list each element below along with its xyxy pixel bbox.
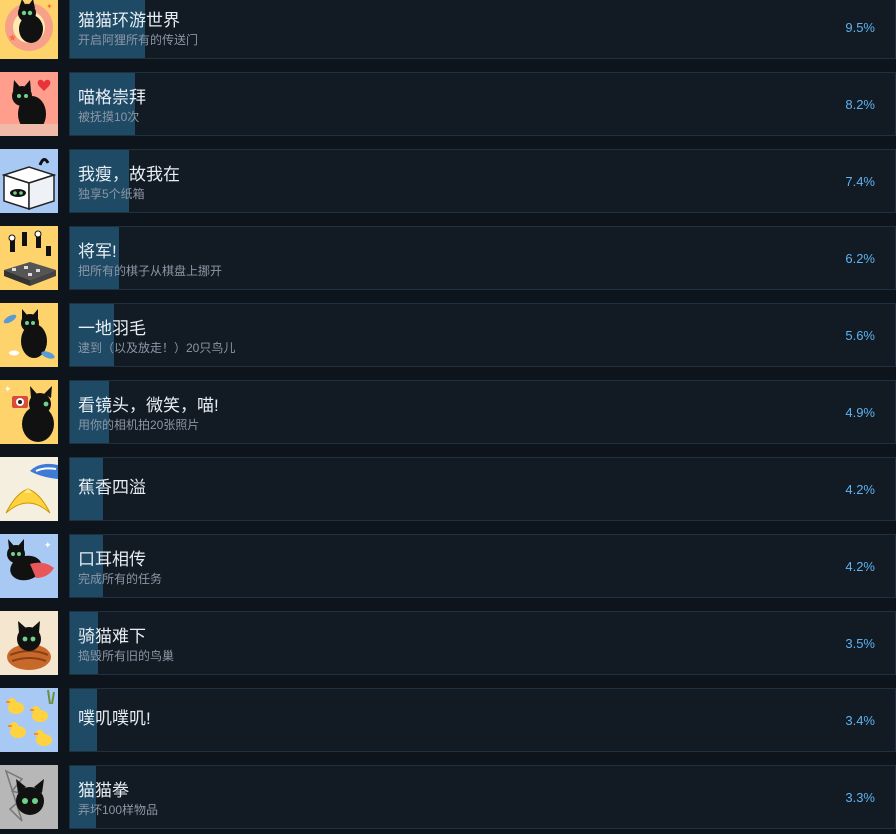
- unlock-percentage: 4.9%: [845, 405, 875, 420]
- svg-text:✦: ✦: [44, 540, 52, 550]
- achievement-row[interactable]: 猫猫拳弄坏100样物品 3.3%: [0, 765, 896, 831]
- achievement-title: 看镜头，微笑，喵!: [78, 396, 219, 415]
- achievement-description: 捣毁所有旧的鸟巢: [78, 649, 175, 663]
- achievement-panel: 将军! 把所有的棋子从棋盘上挪开 6.2%: [69, 226, 896, 290]
- unlock-percentage: 6.2%: [845, 251, 875, 266]
- cat-with-heart-icon: [0, 72, 58, 136]
- rubber-ducks-icon: [0, 688, 58, 752]
- achievement-panel: 蕉香四溢 4.2%: [69, 457, 896, 521]
- achievement-title: 喵格崇拜: [78, 88, 146, 107]
- achievement-description: 开启阿狸所有的传送门: [78, 33, 199, 47]
- achievement-description: 用你的相机拍20张照片: [78, 418, 200, 432]
- achievement-title: 一地羽毛: [78, 319, 146, 338]
- achievement-row[interactable]: 骑猫难下捣毁所有旧的鸟巢 3.5%: [0, 611, 896, 677]
- achievement-panel: 猫猫环游世界开启阿狸所有的传送门 9.5%: [69, 0, 896, 59]
- achievement-row[interactable]: 噗叽噗叽! 3.4%: [0, 688, 896, 754]
- achievement-panel: 看镜头，微笑，喵! 用你的相机拍20张照片 4.9%: [69, 380, 896, 444]
- achievement-row[interactable]: ✦ 口耳相传完成所有的任务 4.2%: [0, 534, 896, 600]
- cat-in-box-icon: [0, 149, 58, 213]
- achievement-title: 猫猫环游世界: [78, 11, 180, 30]
- achievement-panel: 噗叽噗叽! 3.4%: [69, 688, 896, 752]
- achievement-title: 口耳相传: [78, 550, 146, 569]
- achievement-description: 独享5个纸箱: [78, 187, 145, 201]
- unlock-percentage: 4.2%: [845, 482, 875, 497]
- svg-text:★: ★: [8, 33, 17, 44]
- achievement-row[interactable]: 我瘦，故我在独享5个纸箱 7.4%: [0, 149, 896, 215]
- achievement-panel: 我瘦，故我在独享5个纸箱 7.4%: [69, 149, 896, 213]
- achievement-description: 把所有的棋子从棋盘上挪开: [78, 264, 223, 278]
- svg-text:✦: ✦: [46, 2, 53, 11]
- achievement-row[interactable]: 将军! 把所有的棋子从棋盘上挪开 6.2%: [0, 226, 896, 292]
- achievement-title: 将军!: [78, 242, 117, 261]
- banana-peel-icon: [0, 457, 58, 521]
- cat-with-scarf-icon: ✦: [0, 534, 58, 598]
- achievement-title: 骑猫难下: [78, 627, 146, 646]
- achievement-description: 弄坏100样物品: [78, 803, 159, 817]
- achievement-title: 猫猫拳: [78, 781, 129, 800]
- unlock-percentage: 3.4%: [845, 713, 875, 728]
- cat-punch-icon: [0, 765, 58, 829]
- achievement-description: 被抚摸10次: [78, 110, 140, 124]
- unlock-percentage: 5.6%: [845, 328, 875, 343]
- cat-with-feathers-icon: [0, 303, 58, 367]
- achievement-row[interactable]: 蕉香四溢 4.2%: [0, 457, 896, 523]
- achievement-list: ★ ✦ 猫猫环游世界 开启阿狸所有的传送门 9.5% 喵格崇拜 被抚摸10次 8.2% 我瘦，故…: [0, 0, 896, 834]
- unlock-percentage: 8.2%: [845, 97, 875, 112]
- cat-in-portal-icon: ★ ✦: [0, 0, 58, 59]
- achievement-title: 噗叽噗叽!: [78, 709, 151, 728]
- achievement-row[interactable]: 喵格崇拜被抚摸10次 8.2%: [0, 72, 896, 138]
- achievement-description: 完成所有的任务: [78, 572, 163, 586]
- unlock-percentage: 3.5%: [845, 636, 875, 651]
- svg-text:✦: ✦: [4, 384, 12, 394]
- achievement-row[interactable]: ✦ 看镜头，微笑，喵! 用你的相机拍20张照片 4.9%: [0, 380, 896, 446]
- achievement-panel: 口耳相传完成所有的任务 4.2%: [69, 534, 896, 598]
- unlock-percentage: 3.3%: [845, 790, 875, 805]
- cat-in-nest-icon: [0, 611, 58, 675]
- chessboard-icon: [0, 226, 58, 290]
- unlock-percentage: 7.4%: [845, 174, 875, 189]
- achievement-title: 我瘦，故我在: [78, 165, 180, 184]
- achievement-panel: 喵格崇拜被抚摸10次 8.2%: [69, 72, 896, 136]
- unlock-percentage: 4.2%: [845, 559, 875, 574]
- achievement-panel: 骑猫难下捣毁所有旧的鸟巢 3.5%: [69, 611, 896, 675]
- achievement-row[interactable]: ★ ✦ 猫猫环游世界 开启阿狸所有的传送门 9.5%: [0, 0, 896, 61]
- achievement-panel: 一地羽毛逮到（以及放走！）20只鸟儿 5.6%: [69, 303, 896, 367]
- achievement-row[interactable]: 一地羽毛逮到（以及放走！）20只鸟儿 5.6%: [0, 303, 896, 369]
- achievement-title: 蕉香四溢: [78, 478, 146, 497]
- achievement-panel: 猫猫拳弄坏100样物品 3.3%: [69, 765, 896, 829]
- cat-with-camera-icon: ✦: [0, 380, 58, 444]
- achievement-description: 逮到（以及放走！）20只鸟儿: [78, 341, 236, 355]
- unlock-percentage: 9.5%: [845, 20, 875, 35]
